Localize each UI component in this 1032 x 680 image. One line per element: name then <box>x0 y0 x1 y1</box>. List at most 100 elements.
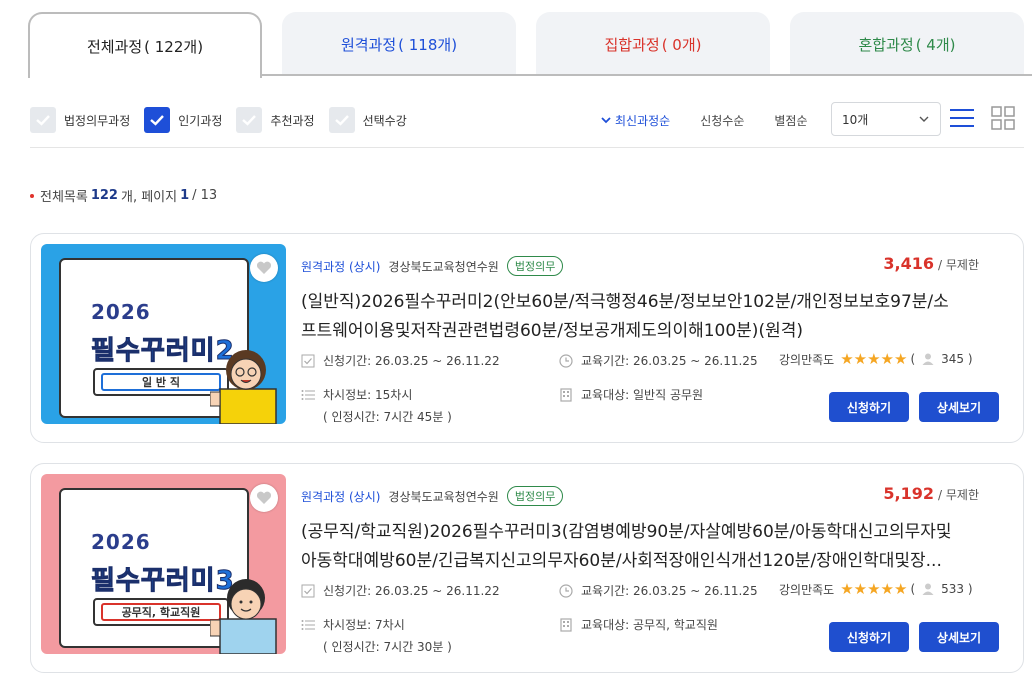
list-icon <box>301 389 315 400</box>
course-title-link[interactable]: (일반직)2026필수꾸러미2(안보60분/적극행정46분/정보보안102분/개… <box>301 288 1016 346</box>
tab-remote-label: 원격과정 <box>340 35 397 54</box>
clock-icon <box>559 583 573 598</box>
page-size-value: 10개 <box>842 112 869 127</box>
detail-button[interactable]: 상세보기 <box>919 622 999 652</box>
divider <box>30 147 1024 148</box>
list-icon <box>301 619 315 630</box>
price-value: 5,192 <box>883 484 935 503</box>
user-icon <box>922 353 934 365</box>
checkbox-icon[interactable] <box>236 107 263 133</box>
chevron-down-icon <box>601 117 611 124</box>
filter-popular[interactable]: 인기과정 <box>144 107 222 133</box>
filter-mandatory[interactable]: 법정의무과정 <box>30 107 130 133</box>
course-org: 경상북도교육청연수원 <box>388 489 499 504</box>
tab-offline-label: 집합과정 <box>604 35 660 54</box>
course-tabs: 전체과정 ( 122개) 원격과정 ( 118개) 집합과정 ( 0개) 혼합과… <box>28 12 1032 78</box>
sort-rating[interactable]: 별점순 <box>774 112 807 129</box>
tab-all-count: ( 122개) <box>144 37 204 56</box>
course-title-line1: (일반직)2026필수꾸러미2(안보60분/적극행정46분/정보보안102분/개… <box>301 292 949 312</box>
tab-all[interactable]: 전체과정 ( 122개) <box>28 12 262 78</box>
rating-stars: ★★★★★ <box>840 350 908 368</box>
user-icon <box>922 583 934 595</box>
checkbox-icon[interactable] <box>328 107 355 133</box>
apply-button[interactable]: 신청하기 <box>829 622 909 652</box>
apply-period-text: 신청기간: 26.03.25 ~ 26.11.22 <box>323 584 500 598</box>
course-list-page: 전체과정 ( 122개) 원격과정 ( 118개) 집합과정 ( 0개) 혼합과… <box>0 0 1032 680</box>
rating-open: ( <box>910 352 916 366</box>
course-title-link[interactable]: (공무직/학교직원)2026필수꾸러미3(감염병예방90분/자살예방60분/아동… <box>301 518 1016 576</box>
sort-options: 최신과정순 신청수순 별점순 <box>600 102 838 138</box>
tab-blended-count: ( 4개) <box>915 35 956 54</box>
filter-mandatory-label: 법정의무과정 <box>64 113 131 128</box>
rating-open: ( <box>910 582 916 596</box>
edu-period-text: 교육기간: 26.03.25 ~ 26.11.25 <box>581 584 758 598</box>
grid-view-icon[interactable] <box>991 106 1015 130</box>
course-price: 3,416 / 무제한 <box>883 254 979 273</box>
recognized-hours: ( 인정시간: 7시간 30분 ) <box>323 640 452 654</box>
price-unit: / 무제한 <box>938 488 979 502</box>
edu-period: 교육기간: 26.03.25 ~ 26.11.25 <box>559 582 758 599</box>
filter-recommended-label: 추천과정 <box>270 113 315 128</box>
checkbox-icon[interactable] <box>30 107 56 133</box>
price-value: 3,416 <box>883 254 935 273</box>
checkbox-checked-icon[interactable] <box>144 107 171 133</box>
chevron-down-icon <box>919 116 929 122</box>
course-type: 원격과정 (상시) <box>301 489 381 504</box>
apply-button[interactable]: 신청하기 <box>829 392 909 422</box>
apply-period: 신청기간: 26.03.25 ~ 26.11.22 <box>301 352 500 369</box>
thumbnail-tag-inner: 공무직, 학교직원 <box>101 603 221 621</box>
sort-latest[interactable]: 최신과정순 <box>600 112 670 129</box>
edu-period: 교육기간: 26.03.25 ~ 26.11.25 <box>559 352 758 369</box>
sort-applicants[interactable]: 신청수순 <box>700 112 744 129</box>
course-price: 5,192 / 무제한 <box>883 484 979 503</box>
page-size-select[interactable]: 10개 <box>831 102 941 136</box>
thumbnail-tag: 일 반 직 <box>93 368 229 396</box>
course-title-line2: 아동학대예방60분/긴급복지신고의무자60분/사회적장애인식개선120분/장애인… <box>301 551 942 571</box>
course-thumbnail[interactable]: 2026 필수꾸러미3 공무직, 학교직원 <box>41 474 286 654</box>
favorite-heart-icon[interactable] <box>250 484 278 512</box>
recognized-hours: ( 인정시간: 7시간 45분 ) <box>323 410 452 424</box>
session-count: 차시정보: 15차시 <box>323 388 413 402</box>
course-thumbnail[interactable]: 2026 필수꾸러미2 일 반 직 <box>41 244 286 424</box>
rating-label: 강의만족도 <box>779 352 835 367</box>
summary-total: 122 <box>90 188 118 203</box>
tab-remote-count: ( 118개) <box>398 35 458 54</box>
edu-target-text: 교육대상: 일반직 공무원 <box>581 388 704 402</box>
bullet-icon <box>30 193 34 198</box>
course-org: 경상북도교육청연수원 <box>388 259 499 274</box>
rating-label: 강의만족도 <box>779 582 835 597</box>
summary-pages: / 13 <box>192 188 218 203</box>
apply-period: 신청기간: 26.03.25 ~ 26.11.22 <box>301 582 500 599</box>
filter-popular-label: 인기과정 <box>178 113 223 128</box>
price-unit: / 무제한 <box>938 258 979 272</box>
list-view-icon[interactable] <box>950 106 974 130</box>
course-card: 2026 필수꾸러미2 일 반 직 원격과정 (상시) 경상북도교육청연수원 법… <box>30 233 1024 443</box>
filter-recommended[interactable]: 추천과정 <box>236 107 315 133</box>
session-info: 차시정보: 7차시 <box>301 616 405 633</box>
detail-button[interactable]: 상세보기 <box>919 392 999 422</box>
sort-latest-label: 최신과정순 <box>615 113 671 128</box>
thumbnail-tag-inner: 일 반 직 <box>101 373 221 391</box>
summary-prefix: 전체목록 <box>40 190 88 205</box>
filter-elective[interactable]: 선택수강 <box>328 107 407 133</box>
edu-target-text: 교육대상: 공무직, 학교직원 <box>581 618 718 632</box>
filter-elective-label: 선택수강 <box>362 113 407 128</box>
favorite-heart-icon[interactable] <box>250 254 278 282</box>
tab-offline-count: ( 0개) <box>661 35 702 54</box>
course-rating: 강의만족도 ★★★★★ ( 533 ) <box>779 580 973 598</box>
tab-offline[interactable]: 집합과정 ( 0개) <box>536 12 770 76</box>
edu-target: 교육대상: 일반직 공무원 <box>559 386 703 403</box>
course-type: 원격과정 (상시) <box>301 259 381 274</box>
summary-mid: 개, 페이지 <box>120 190 178 205</box>
clock-icon <box>559 353 573 368</box>
checkbox-outline-icon <box>301 584 315 597</box>
character-illustration <box>210 579 277 654</box>
list-summary: 전체목록 122 개, 페이지 1 / 13 <box>30 186 217 205</box>
tab-active-gap <box>30 74 260 76</box>
tab-blended-label: 혼합과정 <box>858 35 914 54</box>
session-info: 차시정보: 15차시 <box>301 386 412 403</box>
thumbnail-tag: 공무직, 학교직원 <box>93 598 229 626</box>
tab-remote[interactable]: 원격과정 ( 118개) <box>282 12 516 76</box>
tab-blended[interactable]: 혼합과정 ( 4개) <box>790 12 1024 76</box>
course-title-line2: 프트웨어이용및저작권관련법령60분/정보공개제도의이해100분)(원격) <box>301 321 803 341</box>
